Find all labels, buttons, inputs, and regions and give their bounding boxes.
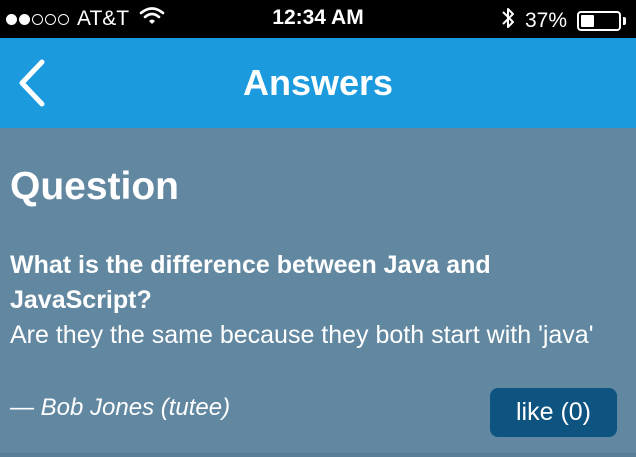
question-title: What is the difference between Java and … (10, 251, 491, 314)
status-bar: AT&T 12:34 AM 37% (0, 0, 636, 38)
question-body: Are they the same because they both star… (10, 321, 594, 349)
battery-icon (577, 11, 621, 31)
status-right: 37% (501, 6, 626, 36)
bluetooth-icon (501, 6, 515, 36)
question-author: — Bob Jones (tutee) (10, 394, 231, 421)
battery-fill (581, 15, 594, 27)
battery-tip (623, 17, 626, 25)
like-button[interactable]: like (0) (490, 388, 617, 437)
section-heading: Question (10, 165, 180, 208)
page-title: Answers (242, 62, 394, 103)
navigation-bar: Answers (0, 38, 636, 128)
divider (0, 453, 636, 457)
battery-percent: 37% (524, 9, 567, 32)
